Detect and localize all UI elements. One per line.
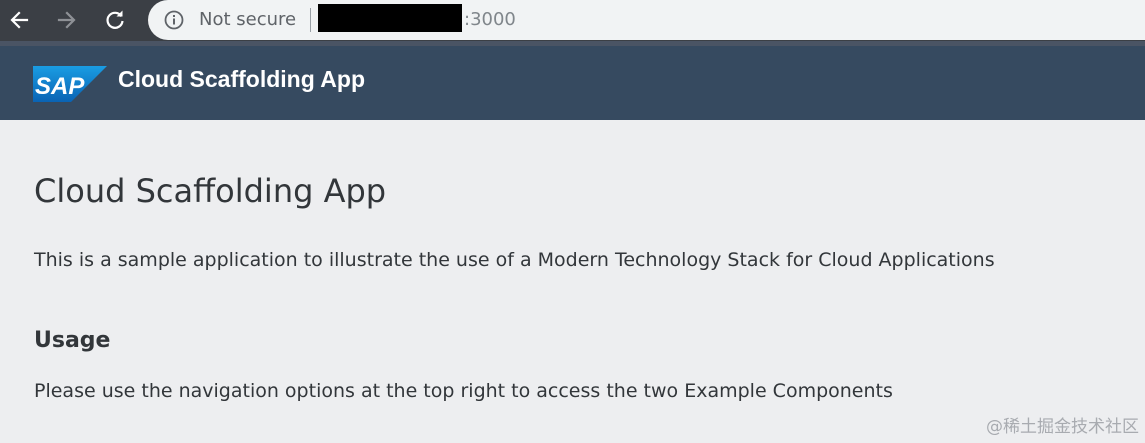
reload-icon (106, 10, 124, 29)
svg-text:SAP: SAP (35, 73, 85, 100)
browser-toolbar: Not secure :3000 (0, 0, 1145, 41)
redacted-hostname (318, 4, 462, 32)
main-content: Cloud Scaffolding App This is a sample a… (0, 120, 1145, 443)
info-icon[interactable] (164, 10, 184, 30)
watermark: @稀土掘金技术社区 (986, 417, 1139, 437)
address-divider (310, 8, 311, 32)
security-status-label[interactable]: Not secure (199, 9, 296, 30)
forward-arrow-icon (57, 11, 76, 29)
page-title: Cloud Scaffolding App (34, 172, 387, 210)
usage-paragraph: Please use the navigation options at the… (34, 380, 893, 402)
address-bar[interactable]: Not secure :3000 (148, 0, 1145, 40)
shell-app-title: Cloud Scaffolding App (118, 66, 366, 92)
url-port[interactable]: :3000 (464, 9, 516, 30)
intro-paragraph: This is a sample application to illustra… (34, 249, 995, 271)
shell-header: SAP Cloud Scaffolding App (0, 46, 1145, 120)
reload-button[interactable] (100, 5, 130, 35)
back-arrow-icon (10, 11, 29, 29)
usage-heading: Usage (34, 328, 111, 353)
forward-button[interactable] (52, 5, 82, 35)
sap-logo[interactable]: SAP (33, 66, 107, 102)
back-button[interactable] (4, 5, 34, 35)
